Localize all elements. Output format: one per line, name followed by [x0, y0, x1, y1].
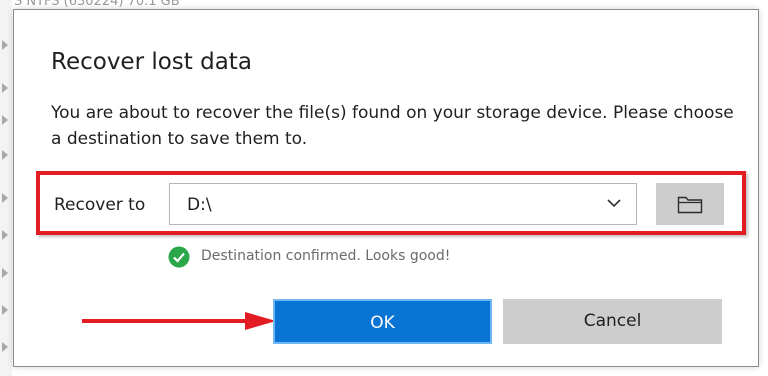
- browse-folder-button[interactable]: [656, 183, 724, 225]
- status-message: Destination confirmed. Looks good!: [201, 248, 451, 264]
- expand-arrow-icon: [2, 115, 8, 125]
- chevron-down-icon: [607, 199, 621, 208]
- expand-arrow-icon: [2, 342, 8, 352]
- folder-icon: [677, 196, 703, 214]
- background-panel: [0, 0, 12, 376]
- pointer-arrow-annotation: [82, 312, 276, 330]
- expand-arrow-icon: [2, 150, 8, 160]
- destination-value: D:\: [187, 195, 212, 215]
- destination-dropdown[interactable]: D:\: [169, 183, 637, 225]
- expand-arrow-icon: [2, 193, 8, 203]
- background-drive-text: S NTFS (630224) 70.1 GB: [14, 0, 180, 9]
- expand-arrow-icon: [2, 305, 8, 315]
- dialog-message: You are about to recover the file(s) fou…: [51, 103, 734, 149]
- dialog-title: Recover lost data: [51, 49, 252, 75]
- expand-arrow-icon: [2, 230, 8, 240]
- cancel-button[interactable]: Cancel: [503, 299, 722, 344]
- expand-arrow-icon: [2, 83, 8, 93]
- recover-to-label: Recover to: [54, 195, 146, 215]
- check-circle-icon: [168, 246, 190, 268]
- expand-arrow-icon: [2, 268, 8, 278]
- expand-arrow-icon: [2, 40, 8, 50]
- ok-button[interactable]: OK: [273, 299, 492, 344]
